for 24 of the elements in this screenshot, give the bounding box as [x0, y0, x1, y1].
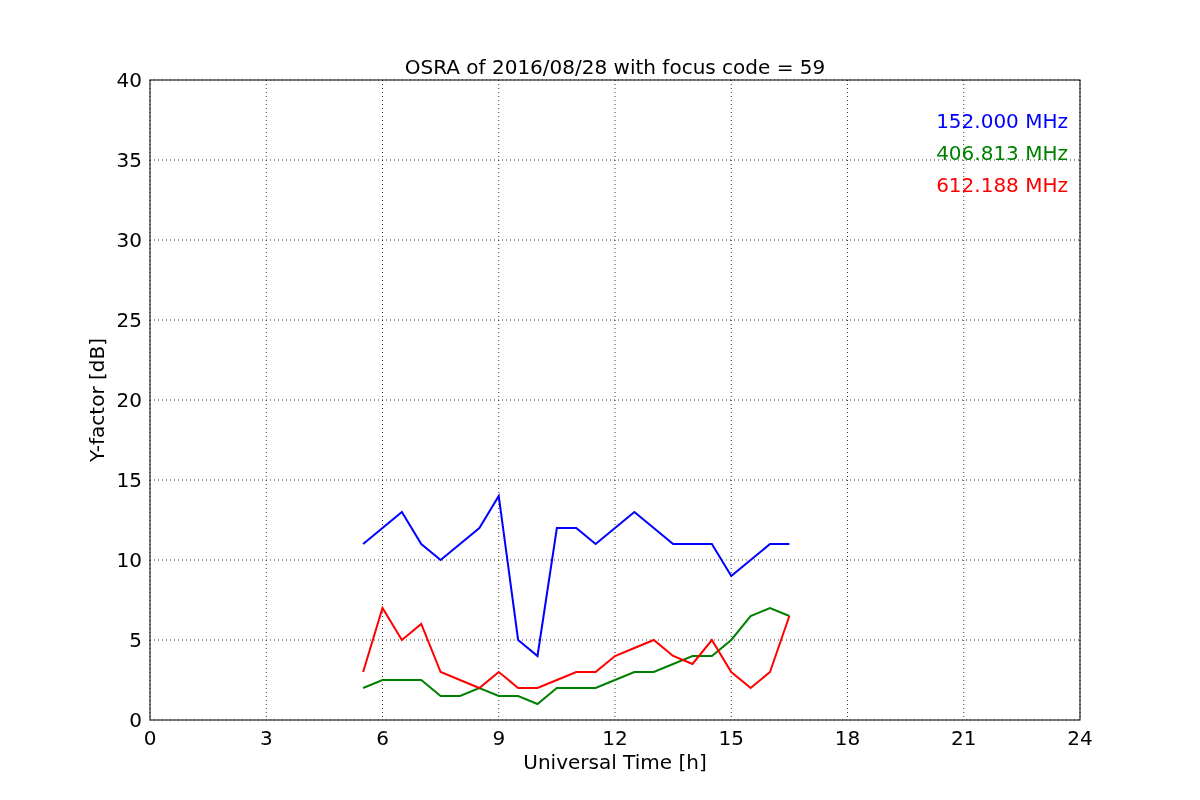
tick-label: 15	[718, 726, 744, 750]
tick-label: 35	[116, 148, 142, 172]
legend-label: 152.000 MHz	[936, 109, 1068, 133]
tick-label: 10	[116, 548, 142, 572]
chart-title: OSRA of 2016/08/28 with focus code = 59	[404, 55, 826, 79]
tick-label: 12	[602, 726, 628, 750]
axis-label: Y-factor [dB]	[85, 338, 109, 462]
tick-label: 0	[143, 726, 157, 750]
tick-label: 0	[129, 708, 142, 732]
tick-label: 20	[116, 388, 142, 412]
tick-label: 25	[116, 308, 142, 332]
tick-label: 3	[259, 726, 273, 750]
tick-label: 6	[376, 726, 389, 750]
tick-label: 9	[492, 726, 506, 750]
legend-label: 406.813 MHz	[936, 141, 1068, 165]
tick-label: 18	[834, 726, 861, 750]
tick-label: 40	[116, 68, 142, 92]
tick-label: 30	[116, 228, 142, 252]
tick-label: 24	[1067, 726, 1093, 750]
tick-label: 15	[116, 468, 142, 492]
legend-label: 612.188 MHz	[936, 173, 1068, 197]
tick-label: 5	[129, 628, 142, 652]
axis-label: Universal Time [h]	[523, 750, 707, 774]
tick-label: 21	[951, 726, 977, 750]
